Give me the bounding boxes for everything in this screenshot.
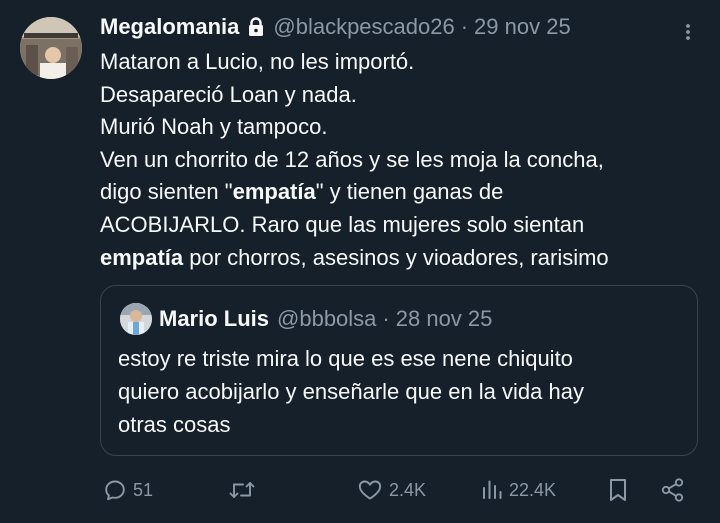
bold-text: empatía <box>232 179 316 205</box>
text-segment: por chorros, asesinos y vioadores, raris… <box>183 244 609 270</box>
more-vertical-icon[interactable] <box>684 22 692 42</box>
quote-text: estoy re triste mira lo que es ese nene … <box>118 342 688 441</box>
quote-header: Mario Luis @bbbolsa · 28 nov 25 <box>159 303 492 335</box>
tweet-line: Desapareció Loan y nada. <box>100 81 357 107</box>
display-name[interactable]: Megalomania <box>100 14 239 40</box>
bookmark-button[interactable] <box>607 472 629 508</box>
quote-line: otras cosas <box>118 412 231 437</box>
quote-line: quiero acobijarlo y enseñarle que en la … <box>118 379 584 404</box>
views-button[interactable]: 22.4K <box>481 472 556 508</box>
views-count: 22.4K <box>509 479 557 500</box>
reply-icon <box>103 478 127 502</box>
quote-line: estoy re triste mira lo que es ese nene … <box>118 346 573 371</box>
quote-avatar[interactable] <box>120 303 152 335</box>
quoted-tweet[interactable]: Mario Luis @bbbolsa · 28 nov 25 estoy re… <box>100 285 698 456</box>
share-icon <box>660 477 686 503</box>
retweet-button[interactable] <box>228 472 262 508</box>
tweet-line: digo sienten "empatía" y tienen ganas de <box>100 176 710 209</box>
separator: · <box>382 306 390 331</box>
tweet-line: empatía por chorros, asesinos y vioadore… <box>100 242 710 275</box>
quote-timestamp[interactable]: 28 nov 25 <box>396 306 493 332</box>
bookmark-icon <box>607 477 629 503</box>
separator: · <box>460 14 469 39</box>
action-bar: 51 2.4K 22.4K <box>0 472 720 508</box>
handle[interactable]: @blackpescado26 <box>273 14 454 40</box>
quote-handle[interactable]: @bbbolsa <box>277 306 376 332</box>
reply-count: 51 <box>133 479 154 500</box>
text-segment: digo sienten " <box>100 179 233 205</box>
text-segment: " y tienen ganas de <box>315 179 504 205</box>
tweet-text: Mataron a Lucio, no les importó. Desapar… <box>100 46 710 274</box>
reply-button[interactable]: 51 <box>103 472 153 508</box>
heart-icon <box>357 478 383 502</box>
tweet-line: ACOBIJARLO. Raro que las mujeres solo si… <box>100 211 585 237</box>
bold-text: empatía <box>100 244 184 270</box>
like-count: 2.4K <box>389 479 427 500</box>
views-icon <box>481 478 503 502</box>
share-button[interactable] <box>660 472 686 508</box>
tweet-line: Ven un chorrito de 12 años y se les moja… <box>100 146 604 172</box>
avatar[interactable] <box>20 17 82 79</box>
tweet-line: Mataron a Lucio, no les importó. <box>100 49 415 74</box>
retweet-icon <box>228 478 256 502</box>
lock-icon <box>247 17 265 37</box>
timestamp[interactable]: 29 nov 25 <box>474 14 571 40</box>
like-button[interactable]: 2.4K <box>357 472 426 508</box>
quote-display-name[interactable]: Mario Luis <box>159 306 269 332</box>
tweet-line: Murió Noah y tampoco. <box>100 114 328 140</box>
tweet-card[interactable]: Megalomania @blackpescado26 · 29 nov 25 … <box>0 0 720 523</box>
tweet-header: Megalomania @blackpescado26 · 29 nov 25 <box>100 12 571 42</box>
